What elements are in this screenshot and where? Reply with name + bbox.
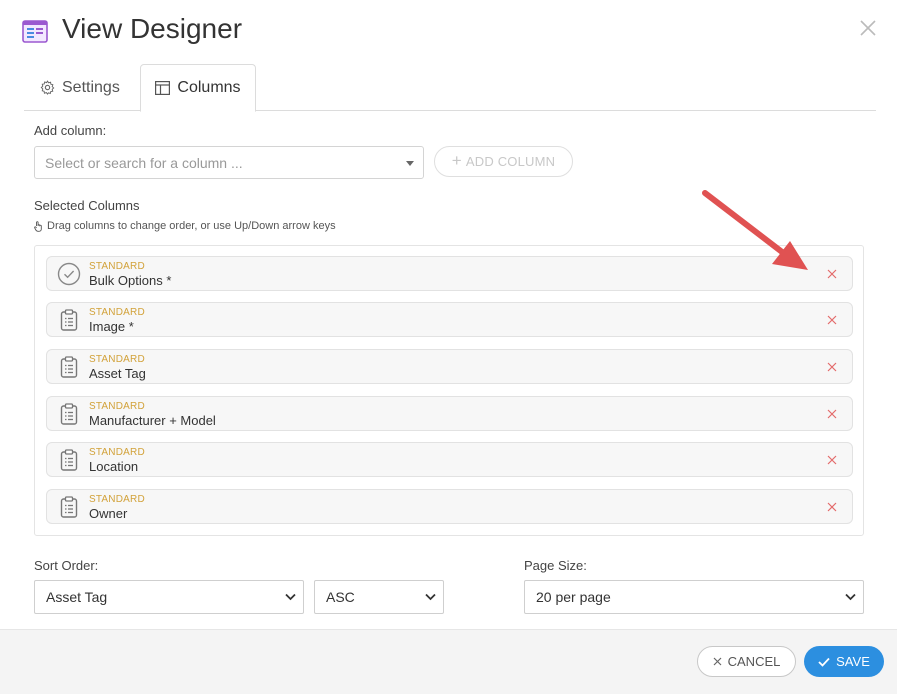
cancel-button-label: CANCEL [727, 654, 781, 669]
columns-icon [155, 81, 171, 95]
selected-columns-list: STANDARD Bulk Options * STANDARD Image *… [34, 245, 864, 536]
list-item[interactable]: STANDARD Location [46, 442, 853, 477]
list-item[interactable]: STANDARD Bulk Options * [46, 256, 853, 291]
tab-columns-label: Columns [177, 79, 241, 96]
clipboard-icon [60, 356, 78, 378]
dialog-footer: CANCEL SAVE [0, 629, 897, 694]
remove-icon[interactable] [826, 408, 838, 420]
remove-icon[interactable] [826, 268, 838, 280]
hand-pointer-icon [34, 220, 42, 232]
remove-icon[interactable] [826, 501, 838, 513]
column-name: Manufacturer + Model [89, 413, 216, 428]
add-column-button[interactable]: + ADD COLUMN [434, 146, 573, 177]
save-button-label: SAVE [836, 654, 870, 669]
chevron-down-icon [845, 593, 856, 601]
clipboard-icon [60, 496, 78, 518]
add-column-button-label: ADD COLUMN [465, 154, 556, 169]
column-type-tag: STANDARD [89, 354, 145, 365]
remove-icon[interactable] [826, 454, 838, 466]
column-name: Owner [89, 506, 128, 521]
chevron-down-icon [406, 160, 414, 166]
sort-field-value: Asset Tag [46, 589, 108, 605]
drag-hint: Drag columns to change order, or use Up/… [34, 220, 336, 232]
column-search-placeholder: Select or search for a column ... [45, 154, 243, 171]
column-type-tag: STANDARD [89, 261, 145, 272]
clipboard-icon [60, 403, 78, 425]
column-name: Location [89, 459, 139, 474]
list-item[interactable]: STANDARD Image * [46, 302, 853, 337]
column-type-tag: STANDARD [89, 494, 145, 505]
save-button[interactable]: SAVE [804, 646, 884, 677]
clipboard-icon [60, 449, 78, 471]
close-icon [713, 657, 722, 666]
page-size-select[interactable]: 20 per page [524, 580, 864, 614]
sort-order-label: Sort Order: [34, 558, 99, 573]
close-icon[interactable] [858, 18, 878, 38]
check-circle-icon [57, 262, 81, 286]
sort-field-select[interactable]: Asset Tag [34, 580, 304, 614]
column-name: Bulk Options * [89, 273, 172, 288]
column-name: Asset Tag [89, 366, 146, 381]
view-designer-icon [22, 20, 48, 43]
tab-settings[interactable]: Settings [40, 64, 120, 111]
tab-columns[interactable]: Columns [140, 64, 256, 112]
list-item[interactable]: STANDARD Owner [46, 489, 853, 524]
cancel-button[interactable]: CANCEL [697, 646, 796, 677]
sort-direction-value: ASC [326, 589, 355, 605]
remove-icon[interactable] [826, 314, 838, 326]
clipboard-icon [60, 309, 78, 331]
dialog-header: View Designer [0, 0, 897, 64]
column-type-tag: STANDARD [89, 401, 145, 412]
page-size-value: 20 per page [536, 589, 611, 605]
chevron-down-icon [425, 593, 436, 601]
column-name: Image * [89, 319, 134, 334]
gear-icon [40, 80, 55, 95]
selected-columns-label: Selected Columns [34, 198, 140, 213]
plus-icon: + [451, 150, 462, 170]
list-item[interactable]: STANDARD Manufacturer + Model [46, 396, 853, 431]
list-item[interactable]: STANDARD Asset Tag [46, 349, 853, 384]
check-icon [818, 657, 830, 667]
tab-bar: Settings Columns [24, 64, 876, 112]
column-type-tag: STANDARD [89, 447, 145, 458]
drag-hint-text: Drag columns to change order, or use Up/… [47, 220, 336, 232]
tab-settings-label: Settings [62, 78, 120, 96]
sort-direction-select[interactable]: ASC [314, 580, 444, 614]
page-size-label: Page Size: [524, 558, 587, 573]
page-title: View Designer [62, 13, 243, 44]
add-column-label: Add column: [34, 123, 107, 138]
column-search-select[interactable]: Select or search for a column ... [34, 146, 424, 179]
chevron-down-icon [285, 593, 296, 601]
column-type-tag: STANDARD [89, 307, 145, 318]
remove-icon[interactable] [826, 361, 838, 373]
